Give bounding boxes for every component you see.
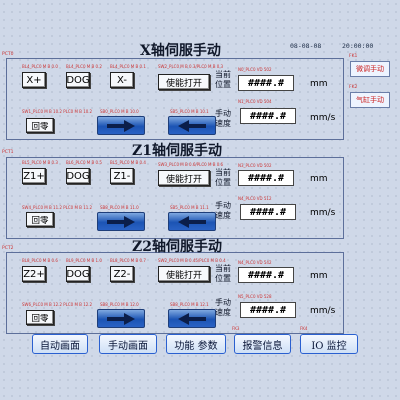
arrow-right-icon <box>107 215 135 228</box>
arrow-right-icon <box>107 119 135 132</box>
section-title: Z1轴伺服手动 <box>132 143 222 159</box>
io-monitor-button[interactable]: IO 监控 <box>300 334 358 354</box>
tag-pos: N4_PLC0 VD 542 <box>238 260 272 265</box>
tag-rev: SB5_PLC0 M B 11.1 <box>170 205 209 210</box>
z1-minus-button[interactable]: Z1- <box>110 168 134 184</box>
z1-enable-button[interactable]: 使能打开 <box>158 170 210 186</box>
z2-speed-value: ####.# <box>240 302 296 318</box>
tag-home: SW4_PLC0 M B 11.2 PLC0 M B 11.2 <box>22 205 93 210</box>
tag-home: SW1_PLC0 M B 10.2 PLC0 M B 10.2 <box>22 109 93 114</box>
speed-unit: mm/s <box>310 113 336 123</box>
tag-plus: BL5_PLC0 M B 0.3 <box>22 160 58 165</box>
auto-screen-button[interactable]: 自动画面 <box>32 334 88 354</box>
pos-label: 当前 位置 <box>215 264 231 283</box>
x-plus-button[interactable]: X+ <box>22 72 46 88</box>
z1-speed-value: ####.# <box>240 204 296 220</box>
fk1-tag: FK1 <box>349 54 358 59</box>
z2-plus-button[interactable]: Z2+ <box>22 266 46 282</box>
fk3-tag: FK3 <box>232 326 240 331</box>
z2-dog-button[interactable]: DOG <box>66 266 90 282</box>
tag-dog: BL9_PLC0 M B 1.0 <box>66 258 102 263</box>
x-reverse-button[interactable] <box>168 116 216 135</box>
tag-rev: SB8_PLC0 M B 12.1 <box>170 302 209 307</box>
x-position-value: ####.# <box>238 75 294 91</box>
cylinder-manual-button[interactable]: 气缸手动 <box>350 92 390 108</box>
time-readout: 20:00:00 <box>342 42 374 50</box>
pct-tag: PCT1 <box>2 150 14 155</box>
fk2-tag: FK2 <box>349 85 358 90</box>
pos-unit: mm <box>310 79 328 89</box>
date-readout: 08-08-08 <box>290 42 322 50</box>
section-title: Z2轴伺服手动 <box>132 239 222 255</box>
tag-speed: N1_PLC0 VD 504 <box>238 99 272 104</box>
pct-tag: PCT2 <box>2 246 14 251</box>
function-params-button[interactable]: 功能 参数 <box>166 334 226 354</box>
pos-unit: mm <box>310 174 328 184</box>
tag-plus: BL8_PLC0 M B 0.6 <box>22 258 58 263</box>
pct-tag: PCT0 <box>2 52 14 57</box>
x-enable-button[interactable]: 使能打开 <box>158 74 210 90</box>
pos-unit: mm <box>310 271 328 281</box>
tag-home: SW6_PLC0 M B 12.2 PLC0 M B 12.2 <box>22 302 93 307</box>
speed-label: 手动 速度 <box>215 201 231 220</box>
tag-enable: SW2_PLC0 M B 0.45/PLC0 M B 0.4 <box>158 258 226 263</box>
z2-minus-button[interactable]: Z2- <box>110 266 134 282</box>
z1-plus-button[interactable]: Z1+ <box>22 168 46 184</box>
arrow-left-icon <box>178 215 206 228</box>
z1-position-value: ####.# <box>238 170 294 186</box>
pos-label: 当前 位置 <box>215 70 231 89</box>
tag-enable: SW3_PLC0 M B 0.6/PLC0 M B 0.6 <box>158 162 224 167</box>
tag-fwd: SB8_PLC0 M B 12.0 <box>100 302 139 307</box>
speed-unit: mm/s <box>310 306 336 316</box>
tag-fwd: SB8_PLC0 M B 11.0 <box>100 205 139 210</box>
fk4-tag: FK4 <box>300 326 308 331</box>
tag-fwd: SB0_PLC0 M B 10.0 <box>100 109 139 114</box>
x-speed-value: ####.# <box>240 108 296 124</box>
arrow-left-icon <box>178 119 206 132</box>
z2-position-value: ####.# <box>238 267 294 283</box>
z2-enable-button[interactable]: 使能打开 <box>158 266 210 282</box>
z1-home-button[interactable]: 回零 <box>26 212 54 227</box>
x-dog-button[interactable]: DOG <box>66 72 90 88</box>
tag-enable: SW2_PLC0 M B 0.3/PLC0 M B 0.3 <box>158 64 224 69</box>
tag-pos: N0_PLC0 VD 502 <box>238 67 272 72</box>
z1-dog-button[interactable]: DOG <box>66 168 90 184</box>
tag-minus: BL4_PLC0 M B 0.1 <box>110 64 146 69</box>
pos-label: 当前 位置 <box>215 168 231 187</box>
tag-plus: BL4_PLC0 M B 0.0 <box>22 64 58 69</box>
speed-label: 手动 速度 <box>215 298 231 317</box>
alarm-info-button[interactable]: 报警信息 <box>234 334 291 354</box>
z2-forward-button[interactable] <box>97 309 145 328</box>
tag-minus: BL8_PLC0 M B 0.7 <box>110 258 146 263</box>
arrow-left-icon <box>178 312 206 325</box>
x-minus-button[interactable]: X- <box>110 72 134 88</box>
speed-label: 手动 速度 <box>215 109 231 128</box>
x-home-button[interactable]: 回零 <box>26 118 54 133</box>
tag-minus: BL5_PLC0 M B 0.4 <box>110 160 146 165</box>
x-forward-button[interactable] <box>97 116 145 135</box>
fine-manual-button[interactable]: 微调手动 <box>350 61 390 77</box>
z2-home-button[interactable]: 回零 <box>26 310 54 325</box>
z1-reverse-button[interactable] <box>168 212 216 231</box>
tag-speed: N4_PLC0 VD 512 <box>238 196 272 201</box>
section-title: X轴伺服手动 <box>140 43 221 59</box>
arrow-right-icon <box>107 312 135 325</box>
tag-dog: BL4_PLC0 M B 0.2 <box>66 64 102 69</box>
manual-screen-button[interactable]: 手动画面 <box>99 334 157 354</box>
tag-dog: BL6_PLC0 M B 0.5 <box>66 160 102 165</box>
tag-speed: N5_PLC0 VD 528 <box>238 294 272 299</box>
tag-pos: N3_PLC0 VD 502 <box>238 163 272 168</box>
speed-unit: mm/s <box>310 208 336 218</box>
z2-reverse-button[interactable] <box>168 309 216 328</box>
z1-forward-button[interactable] <box>97 212 145 231</box>
tag-rev: SB5_PLC0 M B 10.1 <box>170 109 209 114</box>
